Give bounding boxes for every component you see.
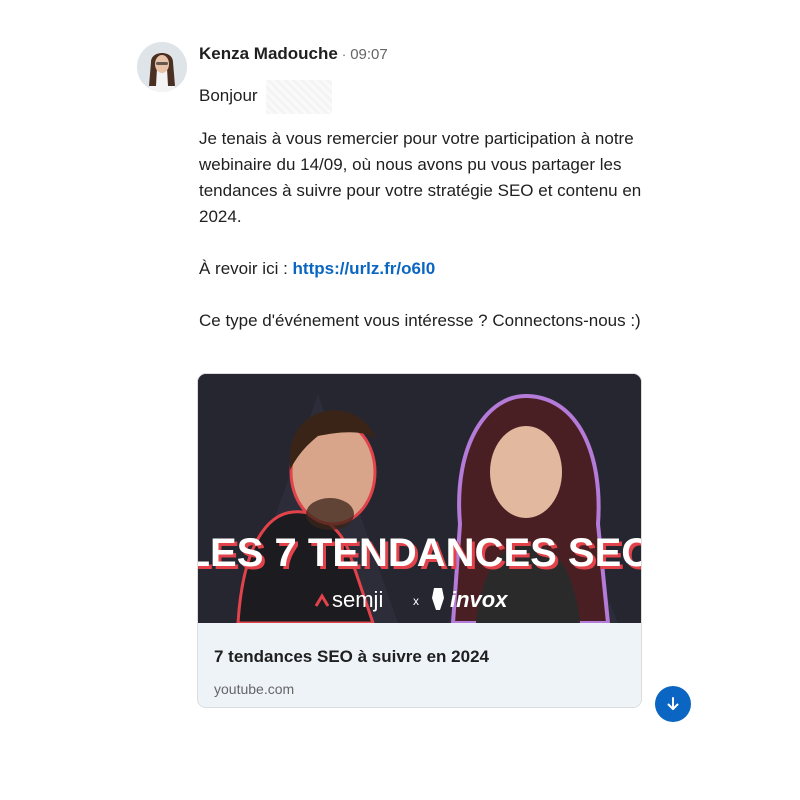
brand-invox: invox bbox=[450, 587, 508, 612]
thumbnail-headline: LES 7 TENDANCES SEO bbox=[198, 531, 641, 575]
avatar-photo bbox=[137, 42, 187, 92]
message-header: Kenza Madouche · 09:07 bbox=[199, 44, 388, 64]
link-preview-title[interactable]: 7 tendances SEO à suivre en 2024 bbox=[214, 647, 489, 667]
revoir-prefix: À revoir ici : bbox=[199, 259, 293, 278]
sender-name[interactable]: Kenza Madouche bbox=[199, 44, 338, 64]
header-separator: · bbox=[341, 47, 347, 62]
thumbnail-artwork: LES 7 TENDANCES SEO LES 7 TENDANCES SEO … bbox=[198, 374, 641, 623]
message-view: Kenza Madouche · 09:07 Bonjour Je tenais… bbox=[0, 0, 800, 800]
message-paragraph-3: Ce type d'événement vous intéresse ? Con… bbox=[199, 311, 641, 330]
greeting-line: Bonjour bbox=[199, 78, 659, 114]
link-preview-domain: youtube.com bbox=[214, 681, 295, 697]
redacted-recipient-name bbox=[265, 80, 332, 114]
message-paragraph-2: À revoir ici : https://urlz.fr/o6l0 bbox=[199, 256, 659, 282]
message-paragraph-1: Je tenais à vous remercier pour votre pa… bbox=[199, 129, 642, 226]
message-time: 09:07 bbox=[350, 46, 388, 63]
webinar-link[interactable]: https://urlz.fr/o6l0 bbox=[293, 259, 436, 278]
scroll-to-bottom-button[interactable] bbox=[655, 686, 691, 722]
link-preview-footer: 7 tendances SEO à suivre en 2024 youtube… bbox=[198, 623, 641, 707]
greeting-text: Bonjour bbox=[199, 86, 258, 105]
video-thumbnail[interactable]: LES 7 TENDANCES SEO LES 7 TENDANCES SEO … bbox=[198, 374, 641, 623]
link-preview-card[interactable]: LES 7 TENDANCES SEO LES 7 TENDANCES SEO … bbox=[197, 373, 642, 708]
brand-separator: x bbox=[413, 594, 419, 608]
message-body: Bonjour Je tenais à vous remercier pour … bbox=[199, 78, 659, 334]
arrow-down-icon bbox=[667, 697, 679, 710]
avatar[interactable] bbox=[137, 42, 187, 92]
brand-semji: semji bbox=[332, 587, 383, 612]
